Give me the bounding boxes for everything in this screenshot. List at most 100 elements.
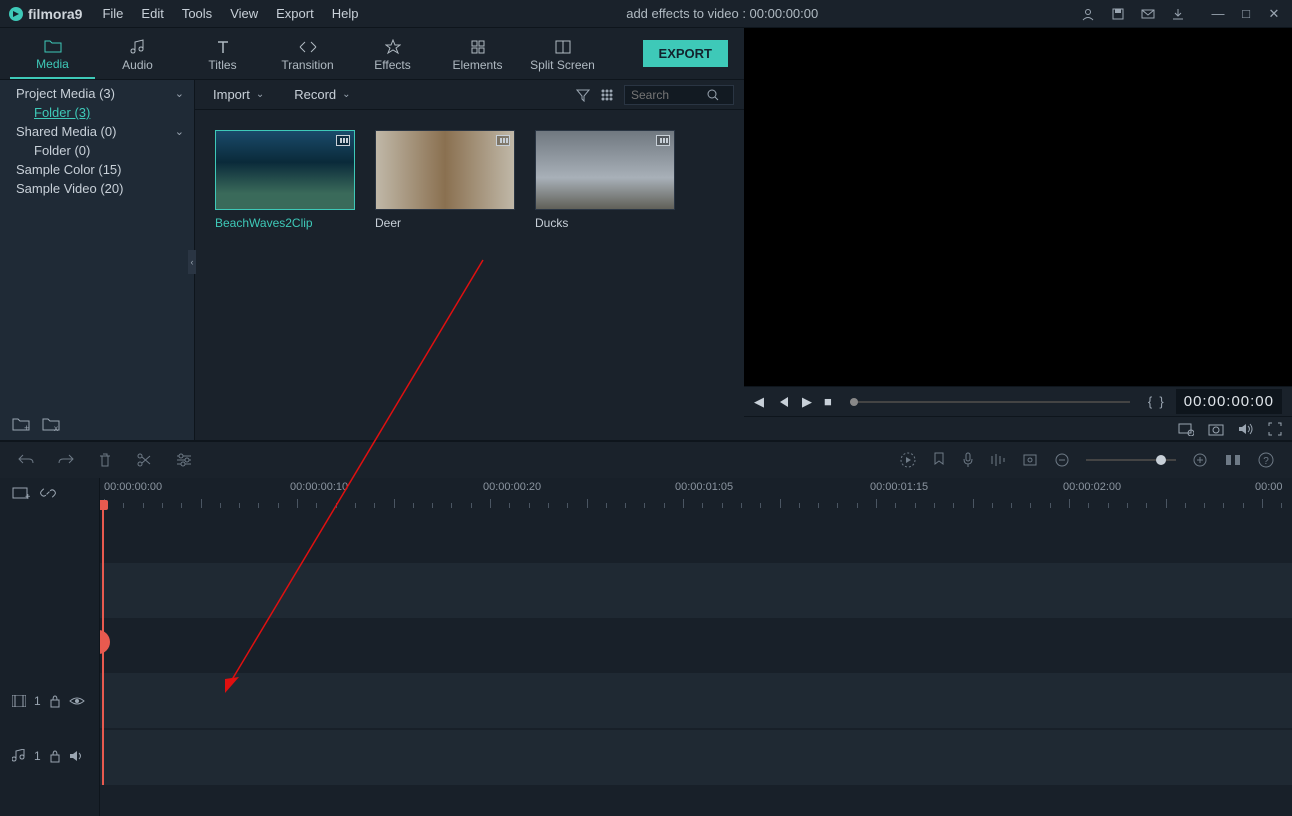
clip-deer[interactable]: Deer — [375, 130, 515, 230]
timeline-tracks[interactable]: 00:00:00:00 00:00:00:10 00:00:00:20 00:0… — [100, 478, 1292, 816]
preview-slider[interactable] — [850, 401, 1130, 403]
zoom-in-button[interactable] — [1192, 452, 1208, 468]
redo-button[interactable] — [58, 453, 74, 467]
timeline-ruler[interactable]: 00:00:00:00 00:00:00:10 00:00:00:20 00:0… — [100, 478, 1292, 508]
category-tabs: Media Audio Titles Transition Effects El… — [0, 28, 744, 80]
timeline: + 1 1 00:00:00:00 00:00:00:10 00:00:00:2… — [0, 478, 1292, 816]
search-icon[interactable] — [707, 89, 719, 101]
clip-beachwaves[interactable]: BeachWaves2Clip — [215, 130, 355, 230]
timeline-row-audio[interactable] — [100, 730, 1292, 785]
text-icon — [215, 38, 231, 56]
timeline-row[interactable] — [100, 618, 1292, 673]
titlebar: filmora9 File Edit Tools View Export Hel… — [0, 0, 1292, 28]
sidebar-item-sample-color[interactable]: Sample Color (15) — [0, 160, 194, 179]
settings-icon[interactable] — [176, 453, 192, 467]
save-icon[interactable] — [1108, 4, 1128, 24]
zoom-slider[interactable] — [1086, 459, 1176, 461]
preview-timecode: 00:00:00:00 — [1176, 389, 1282, 414]
sidebar-item-sample-video[interactable]: Sample Video (20) — [0, 179, 194, 198]
tab-transition[interactable]: Transition — [265, 31, 350, 79]
sidebar-item-shared-media[interactable]: Shared Media (0)⌄ — [0, 122, 194, 141]
sidebar-collapse-button[interactable]: ‹ — [188, 250, 196, 274]
menu-edit[interactable]: Edit — [133, 2, 171, 25]
music-icon — [130, 38, 146, 56]
ruler-label: 00:00:01:15 — [870, 481, 928, 493]
chevron-down-icon: ⌄ — [342, 89, 350, 100]
sidebar-item-folder3[interactable]: Folder (3) — [0, 103, 194, 122]
filter-icon[interactable] — [576, 88, 590, 102]
voiceover-icon[interactable] — [962, 452, 974, 468]
menu-view[interactable]: View — [222, 2, 266, 25]
grid-view-icon[interactable] — [600, 88, 614, 102]
tab-titles[interactable]: Titles — [180, 31, 265, 79]
help-icon[interactable]: ? — [1258, 452, 1274, 468]
marker-icon[interactable] — [932, 452, 946, 468]
eye-icon[interactable] — [69, 695, 85, 707]
split-icon — [555, 38, 571, 56]
record-dropdown[interactable]: Record⌄ — [286, 84, 358, 105]
stop-button[interactable]: ■ — [824, 394, 832, 409]
quality-icon[interactable] — [1178, 422, 1194, 436]
sidebar-item-project-media[interactable]: Project Media (3)⌄ — [0, 84, 194, 103]
svg-text:+: + — [24, 423, 29, 432]
lock-icon[interactable] — [49, 749, 61, 763]
video-track-header[interactable]: 1 — [0, 673, 99, 728]
media-panel: Media Audio Titles Transition Effects El… — [0, 28, 744, 440]
lock-icon[interactable] — [49, 694, 61, 708]
svg-text:x: x — [54, 424, 58, 432]
tab-effects[interactable]: Effects — [350, 31, 435, 79]
link-icon[interactable] — [40, 485, 56, 501]
import-dropdown[interactable]: Import⌄ — [205, 84, 272, 105]
close-button[interactable]: ✕ — [1264, 4, 1284, 24]
zoom-out-button[interactable] — [1054, 452, 1070, 468]
crop-icon[interactable] — [1022, 453, 1038, 467]
sidebar-item-folder0[interactable]: Folder (0) — [0, 141, 194, 160]
timeline-row[interactable] — [100, 563, 1292, 618]
prev-button[interactable] — [776, 395, 790, 409]
search-box[interactable] — [624, 85, 734, 105]
maximize-button[interactable]: □ — [1236, 4, 1256, 24]
zoom-fit-icon[interactable] — [1224, 453, 1242, 467]
add-folder-icon[interactable]: + — [12, 416, 30, 434]
download-icon[interactable] — [1168, 4, 1188, 24]
in-out-markers[interactable]: { } — [1148, 394, 1164, 409]
mail-icon[interactable] — [1138, 4, 1158, 24]
menu-file[interactable]: File — [94, 2, 131, 25]
clip-thumbnail — [215, 130, 355, 210]
split-button[interactable] — [136, 452, 152, 468]
clip-thumbnail — [375, 130, 515, 210]
snapshot-icon[interactable] — [1208, 422, 1224, 436]
account-icon[interactable] — [1078, 4, 1098, 24]
menu-help[interactable]: Help — [324, 2, 367, 25]
tab-split-screen[interactable]: Split Screen — [520, 31, 605, 79]
tab-media[interactable]: Media — [10, 31, 95, 79]
clip-thumbnail — [535, 130, 675, 210]
fullscreen-icon[interactable] — [1268, 422, 1282, 436]
audio-mixer-icon[interactable] — [990, 453, 1006, 467]
clip-ducks[interactable]: Ducks — [535, 130, 675, 230]
tab-audio[interactable]: Audio — [95, 31, 180, 79]
timeline-row-video[interactable] — [100, 673, 1292, 728]
menu-tools[interactable]: Tools — [174, 2, 220, 25]
logo-icon — [8, 6, 24, 22]
minimize-button[interactable]: — — [1208, 4, 1228, 24]
ruler-label: 00:00:00:00 — [104, 481, 162, 493]
tab-elements[interactable]: Elements — [435, 31, 520, 79]
search-input[interactable] — [631, 88, 701, 102]
timeline-row[interactable] — [100, 508, 1292, 563]
export-button[interactable]: EXPORT — [643, 40, 728, 67]
menu-export[interactable]: Export — [268, 2, 322, 25]
chevron-down-icon: ⌄ — [256, 89, 264, 100]
add-track-icon[interactable]: + — [12, 485, 30, 501]
audio-track-header[interactable]: 1 — [0, 728, 99, 783]
undo-button[interactable] — [18, 453, 34, 467]
volume-icon[interactable] — [1238, 422, 1254, 436]
media-sidebar: Project Media (3)⌄ Folder (3) Shared Med… — [0, 80, 195, 440]
delete-folder-icon[interactable]: x — [42, 416, 60, 434]
video-track-icon — [12, 695, 26, 707]
render-icon[interactable] — [900, 452, 916, 468]
mute-icon[interactable] — [69, 749, 85, 763]
delete-button[interactable] — [98, 452, 112, 468]
play-button[interactable]: ▶ — [802, 394, 812, 410]
prev-frame-button[interactable]: ◀ — [754, 394, 764, 410]
